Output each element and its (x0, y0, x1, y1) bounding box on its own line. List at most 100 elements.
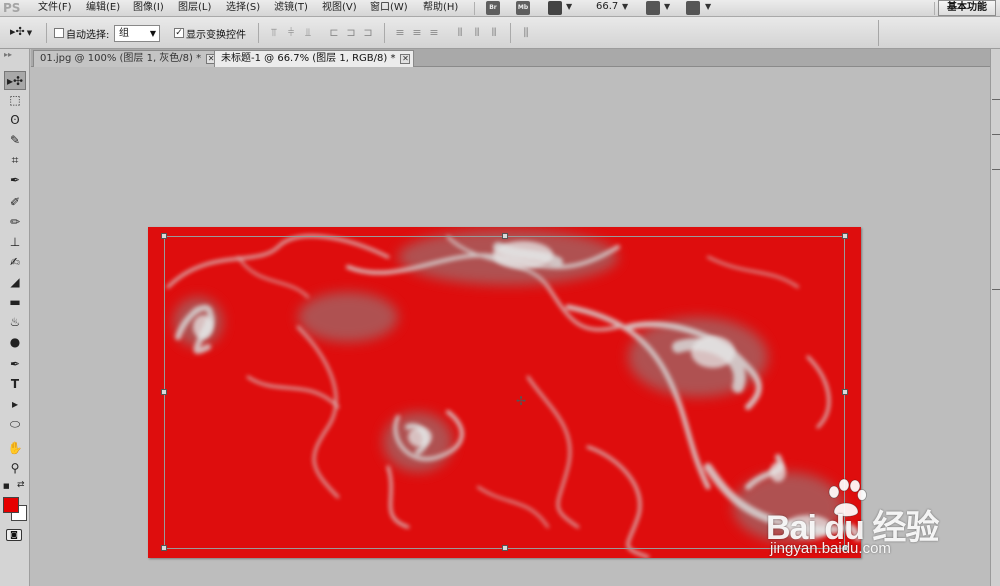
align-bottom-icon[interactable]: ⫫ (302, 27, 314, 39)
zoom-level[interactable]: 66.7 (596, 1, 618, 12)
options-right-panel (878, 20, 998, 46)
align-left-icon[interactable]: ⊏ (328, 27, 340, 39)
workspace-button[interactable]: 基本功能 (938, 0, 996, 16)
pen-tool[interactable]: ✒ (4, 355, 26, 374)
path-selection-tool[interactable]: ▸ (4, 395, 26, 414)
history-brush-tool[interactable]: ✍ (4, 253, 26, 272)
brush-icon: ✏ (9, 215, 21, 229)
menu-edit[interactable]: 编辑(E) (86, 1, 120, 15)
transform-handle-left[interactable] (161, 389, 167, 395)
mini-bridge-icon[interactable]: Mb (516, 1, 530, 15)
panel-divider (992, 99, 1000, 100)
transform-handle-top[interactable] (502, 233, 508, 239)
crop-icon: ⌗ (11, 153, 19, 167)
chevron-down-icon[interactable]: ▼ (664, 2, 670, 11)
options-separator (46, 23, 47, 43)
auto-select-value: 组 (119, 28, 129, 39)
transform-handle-bottom[interactable] (502, 545, 508, 551)
hand-tool[interactable]: ✋ (4, 439, 26, 458)
menu-file[interactable]: 文件(F) (38, 1, 72, 15)
ellipse-icon: ⬭ (9, 417, 21, 431)
view-extras-icon[interactable] (548, 1, 562, 15)
blur-tool[interactable]: ♨ (4, 313, 26, 332)
auto-select-dropdown[interactable]: 组 ▼ (114, 25, 160, 42)
quick-selection-tool[interactable]: ✎ (4, 131, 26, 150)
default-colors-icon[interactable]: ■ (3, 482, 10, 490)
menu-layer[interactable]: 图层(L) (178, 1, 211, 15)
shape-tool[interactable]: ⬭ (4, 415, 26, 434)
tools-panel: ▸▸ ▸✣ ⬚ ʘ ✎ ⌗ ✒ ✐ ✏ ⊥ ✍ ◢ ▬ ♨ ● ✒ T ▸ ⬭ … (0, 49, 30, 586)
show-transform-checkbox[interactable]: ✓ (174, 28, 184, 38)
menu-help[interactable]: 帮助(H) (423, 1, 458, 15)
foreground-color-swatch[interactable] (3, 497, 19, 513)
move-tool[interactable]: ▸✣ (4, 71, 26, 90)
eraser-icon: ◢ (10, 275, 20, 289)
distribute-bottom-icon[interactable]: ≡ (428, 27, 440, 39)
document-canvas[interactable]: ✢ (148, 227, 861, 558)
chevron-down-icon[interactable]: ▼ (705, 2, 711, 11)
document-tab[interactable]: 01.jpg @ 100% (图层 1, 灰色/8) * ✕ (33, 50, 221, 67)
menu-filter[interactable]: 滤镜(T) (274, 1, 308, 15)
document-tab-active[interactable]: 未标题-1 @ 66.7% (图层 1, RGB/8) * ✕ (214, 50, 415, 67)
panel-grip[interactable]: ▸▸ (4, 51, 26, 59)
move-icon: ▸✣ (6, 74, 24, 88)
zoom-icon: ⚲ (10, 461, 20, 475)
baidu-jingyan-watermark: Bai du 经验 jingyan.baidu.com (766, 478, 976, 568)
auto-select-checkbox[interactable] (54, 28, 64, 38)
clone-stamp-tool[interactable]: ⊥ (4, 233, 26, 252)
menu-image[interactable]: 图像(I) (133, 1, 164, 15)
brush-tool[interactable]: ✏ (4, 213, 26, 232)
distribute-horizontal-center-icon[interactable]: ⦀ (471, 27, 483, 39)
align-right-icon[interactable]: ⊐ (362, 27, 374, 39)
marquee-tool[interactable]: ⬚ (4, 91, 26, 110)
bridge-icon[interactable]: Br (486, 1, 500, 15)
zoom-tool[interactable]: ⚲ (4, 459, 26, 478)
photoshop-logo: PS (3, 1, 21, 15)
align-top-icon[interactable]: ⫪ (268, 27, 280, 39)
auto-align-icon[interactable]: ⫼ (520, 27, 532, 39)
crop-tool[interactable]: ⌗ (4, 151, 26, 170)
type-icon: T (10, 377, 20, 391)
transform-handle-top-right[interactable] (842, 233, 848, 239)
panel-divider (992, 289, 1000, 290)
arrange-documents-icon[interactable] (646, 1, 660, 15)
right-panel-strip[interactable] (990, 49, 1000, 586)
distribute-right-icon[interactable]: ⦀ (488, 27, 500, 39)
menu-select[interactable]: 选择(S) (226, 1, 260, 15)
bandage-icon: ✐ (9, 195, 21, 209)
dodge-tool[interactable]: ● (4, 333, 26, 352)
screen-mode-icon[interactable] (686, 1, 700, 15)
lasso-tool[interactable]: ʘ (4, 111, 26, 130)
move-tool-preset[interactable]: ▸✣ ▼ (10, 25, 36, 41)
transform-handle-right[interactable] (842, 389, 848, 395)
menu-window[interactable]: 窗口(W) (370, 1, 408, 15)
transform-center-icon[interactable]: ✢ (516, 395, 526, 407)
quick-selection-icon: ✎ (9, 133, 21, 147)
dodge-icon: ● (9, 335, 21, 349)
options-separator (258, 23, 259, 43)
panel-divider (992, 169, 1000, 170)
spot-healing-tool[interactable]: ✐ (4, 193, 26, 212)
gradient-tool[interactable]: ▬ (4, 293, 26, 312)
distribute-left-icon[interactable]: ⦀ (454, 27, 466, 39)
lasso-icon: ʘ (10, 113, 20, 127)
close-icon[interactable]: ✕ (400, 54, 411, 64)
menu-view[interactable]: 视图(V) (322, 1, 357, 15)
align-horizontal-center-icon[interactable]: ⊐ (345, 27, 357, 39)
type-tool[interactable]: T (4, 375, 26, 394)
options-bar: ▸✣ ▼ 自动选择: 组 ▼ ✓ 显示变换控件 ⫪ ⫩ ⫫ ⊏ ⊐ ⊐ ≡ ≡ ≡… (0, 17, 1000, 49)
eraser-tool[interactable]: ◢ (4, 273, 26, 292)
distribute-top-icon[interactable]: ≡ (394, 27, 406, 39)
align-vertical-center-icon[interactable]: ⫩ (285, 27, 297, 39)
distribute-vertical-center-icon[interactable]: ≡ (411, 27, 423, 39)
marquee-icon: ⬚ (9, 93, 21, 107)
hand-icon: ✋ (7, 441, 23, 455)
transform-handle-bottom-left[interactable] (161, 545, 167, 551)
transform-handle-top-left[interactable] (161, 233, 167, 239)
eyedropper-tool[interactable]: ✒ (4, 171, 26, 190)
swap-colors-icon[interactable]: ⇄ (17, 480, 25, 490)
chevron-down-icon[interactable]: ▼ (622, 2, 628, 11)
chevron-down-icon[interactable]: ▼ (566, 2, 572, 11)
transform-bounding-box[interactable]: ✢ (161, 233, 848, 551)
quick-mask-icon[interactable]: ◙ (6, 529, 22, 541)
